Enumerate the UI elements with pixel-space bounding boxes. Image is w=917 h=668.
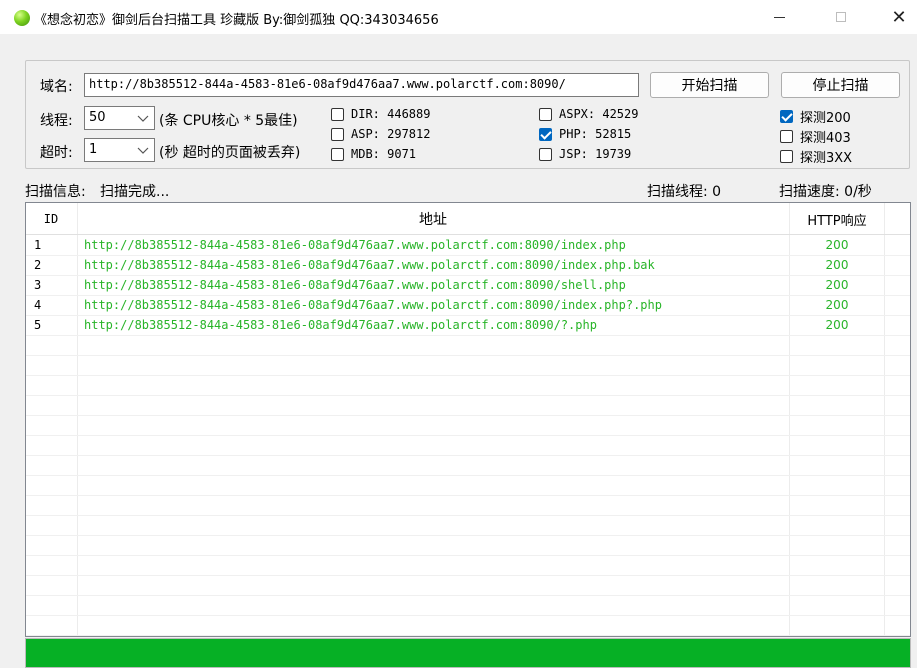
- checkbox-icon: [331, 147, 344, 161]
- timeout-select[interactable]: 1: [84, 138, 155, 162]
- close-icon: ✕: [891, 6, 907, 28]
- row-id: 1: [34, 238, 42, 252]
- grid-line: [26, 355, 910, 356]
- grid-line: [26, 395, 910, 396]
- row-id: 3: [34, 278, 42, 292]
- checkbox-checked-icon: [539, 127, 552, 141]
- dict-aspx-checkbox[interactable]: ASPX: 42529: [539, 107, 638, 121]
- stop-scan-button[interactable]: 停止扫描: [781, 72, 900, 98]
- detect-3xx-checkbox[interactable]: 探测3XX: [780, 147, 852, 166]
- chevron-down-icon: [137, 147, 149, 154]
- threads-label: 线程:: [40, 113, 73, 129]
- row-id: 2: [34, 258, 42, 272]
- timeout-label: 超时:: [40, 145, 73, 161]
- start-scan-button[interactable]: 开始扫描: [650, 72, 769, 98]
- scan-threads-status: 扫描线程: 0: [647, 184, 722, 200]
- row-http-code: 200: [825, 258, 849, 272]
- row-url: http://8b385512-844a-4583-81e6-08af9d476…: [84, 318, 597, 332]
- timeout-value: 1: [89, 142, 98, 157]
- row-url: http://8b385512-844a-4583-81e6-08af9d476…: [84, 238, 626, 252]
- row-http-code: 200: [825, 318, 849, 332]
- title-bar: 《想念初恋》御剑后台扫描工具 珍藏版 By:御剑孤独 QQ:343034656 …: [0, 0, 917, 34]
- row-url: http://8b385512-844a-4583-81e6-08af9d476…: [84, 258, 655, 272]
- row-url: http://8b385512-844a-4583-81e6-08af9d476…: [84, 298, 662, 312]
- threads-select[interactable]: 50: [84, 106, 155, 130]
- grid-line: [26, 435, 910, 436]
- checkbox-icon: [331, 107, 344, 121]
- chevron-down-icon: [137, 115, 149, 122]
- detect-200-checkbox[interactable]: 探测200: [780, 107, 851, 126]
- maximize-icon: [836, 12, 846, 22]
- row-id: 5: [34, 318, 42, 332]
- row-id: 4: [34, 298, 42, 312]
- grid-line: [26, 335, 910, 336]
- scan-speed-status: 扫描速度: 0/秒: [779, 184, 872, 200]
- column-header-http[interactable]: HTTP响应: [790, 203, 884, 235]
- column-header-address[interactable]: 地址: [77, 203, 789, 235]
- checkbox-icon: [539, 107, 552, 121]
- table-row[interactable]: 2 http://8b385512-844a-4583-81e6-08af9d4…: [26, 255, 910, 275]
- scan-progress-fill: [26, 639, 910, 667]
- dict-php-checkbox[interactable]: PHP: 52815: [539, 127, 631, 141]
- checkbox-icon: [539, 147, 552, 161]
- grid-line: [26, 495, 910, 496]
- column-header-id[interactable]: ID: [26, 203, 76, 235]
- domain-input[interactable]: http://8b385512-844a-4583-81e6-08af9d476…: [84, 73, 639, 97]
- dict-mdb-checkbox[interactable]: MDB: 9071: [331, 147, 416, 161]
- grid-line: [26, 555, 910, 556]
- checkbox-icon: [780, 130, 793, 143]
- results-list[interactable]: ID 地址 HTTP响应 1 http://8b385512-844a-4583…: [25, 202, 911, 637]
- window-title: 《想念初恋》御剑后台扫描工具 珍藏版 By:御剑孤独 QQ:343034656: [34, 13, 439, 28]
- results-header: ID 地址 HTTP响应: [26, 203, 910, 235]
- scan-info-label: 扫描信息:: [25, 184, 86, 200]
- scan-info-value: 扫描完成...: [100, 184, 170, 200]
- grid-line: [26, 535, 910, 536]
- row-http-code: 200: [825, 298, 849, 312]
- maximize-button[interactable]: [818, 0, 864, 34]
- dict-asp-checkbox[interactable]: ASP: 297812: [331, 127, 430, 141]
- grid-line: [26, 475, 910, 476]
- threads-value: 50: [89, 110, 106, 125]
- checkbox-icon: [331, 127, 344, 141]
- grid-line: [26, 595, 910, 596]
- timeout-hint: (秒 超时的页面被丢弃): [159, 145, 301, 161]
- grid-line: [26, 415, 910, 416]
- minimize-icon: [773, 16, 785, 18]
- row-http-code: 200: [825, 238, 849, 252]
- grid-line: [26, 635, 910, 636]
- checkbox-icon: [780, 150, 793, 163]
- row-url: http://8b385512-844a-4583-81e6-08af9d476…: [84, 278, 626, 292]
- table-row[interactable]: 5 http://8b385512-844a-4583-81e6-08af9d4…: [26, 315, 910, 335]
- grid-line: [26, 575, 910, 576]
- dict-jsp-checkbox[interactable]: JSP: 19739: [539, 147, 631, 161]
- table-row[interactable]: 1 http://8b385512-844a-4583-81e6-08af9d4…: [26, 235, 910, 255]
- table-row[interactable]: 4 http://8b385512-844a-4583-81e6-08af9d4…: [26, 295, 910, 315]
- table-row[interactable]: 3 http://8b385512-844a-4583-81e6-08af9d4…: [26, 275, 910, 295]
- threads-hint: (条 CPU核心 * 5最佳): [159, 113, 298, 129]
- minimize-button[interactable]: [756, 0, 802, 34]
- dict-dir-checkbox[interactable]: DIR: 446889: [331, 107, 430, 121]
- grid-line: [26, 375, 910, 376]
- detect-403-checkbox[interactable]: 探测403: [780, 127, 851, 146]
- green-orb-icon: [14, 10, 30, 26]
- domain-label: 域名:: [40, 79, 73, 95]
- close-button[interactable]: ✕: [876, 0, 917, 34]
- row-http-code: 200: [825, 278, 849, 292]
- scan-progress-bar: [25, 638, 911, 668]
- checkbox-checked-icon: [780, 110, 793, 123]
- grid-line: [26, 455, 910, 456]
- grid-line: [26, 515, 910, 516]
- grid-line: [26, 615, 910, 616]
